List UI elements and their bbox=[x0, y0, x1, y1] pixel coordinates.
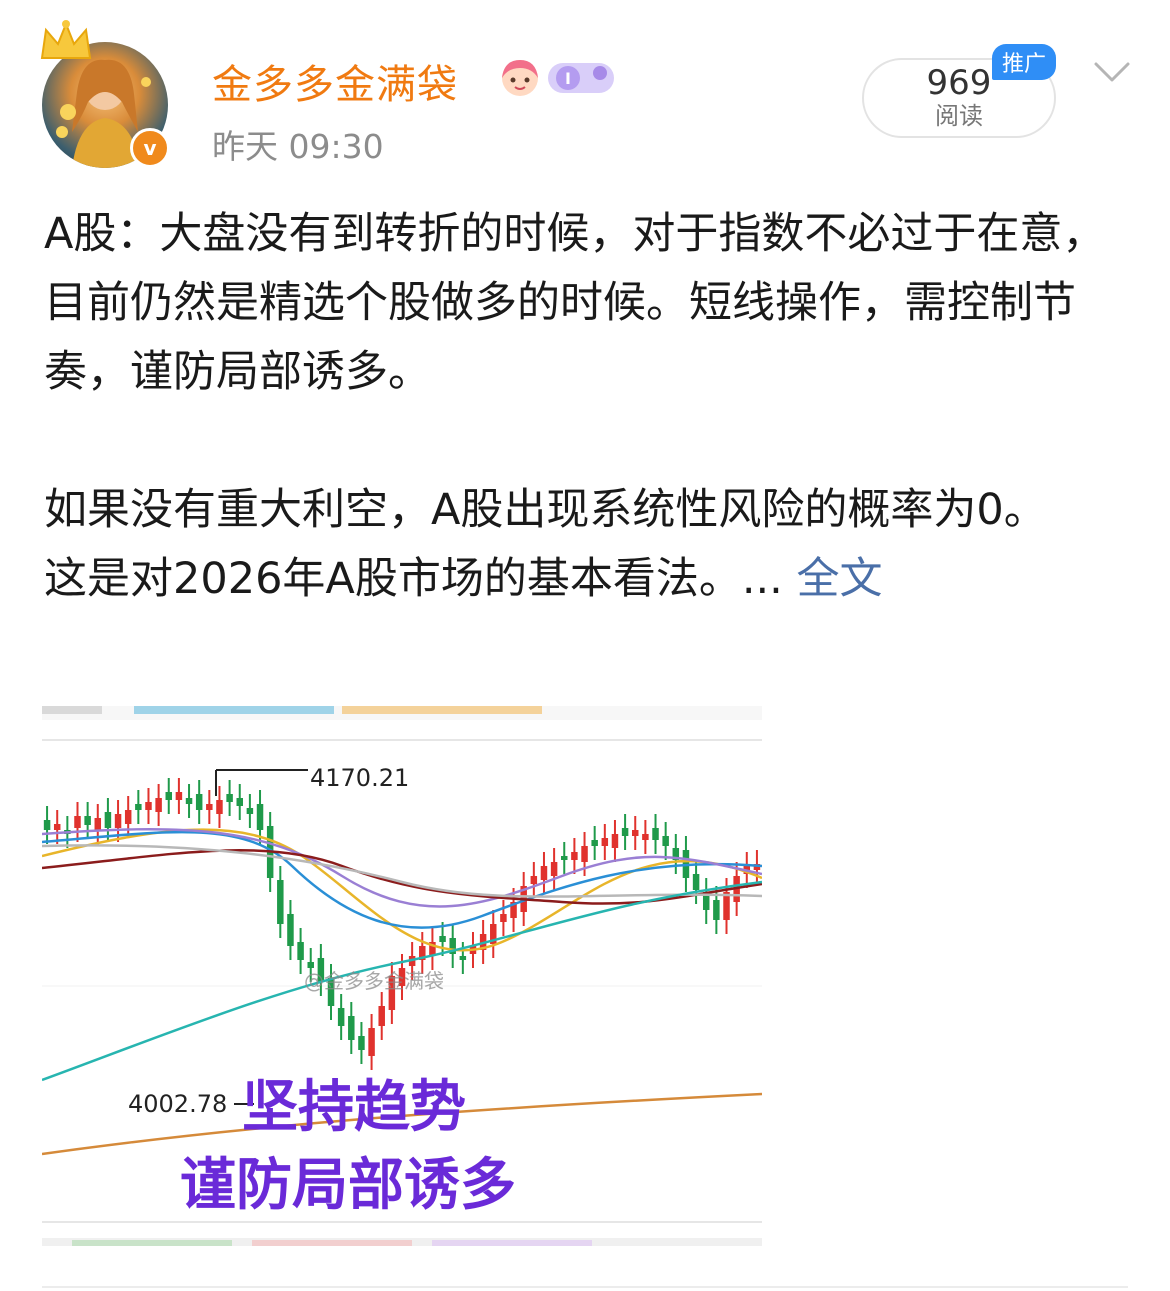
candle-body bbox=[621, 828, 629, 836]
chevron-down-icon[interactable] bbox=[1092, 58, 1132, 92]
candle-body bbox=[530, 876, 538, 884]
post-paragraph-last: 这是对2026年A股市场的基本看法。... 全文 bbox=[44, 545, 1124, 614]
candle-body bbox=[74, 816, 81, 828]
candle-body bbox=[662, 836, 669, 846]
candle-body bbox=[601, 838, 609, 846]
candle-body bbox=[53, 824, 61, 830]
candle-body bbox=[195, 794, 203, 810]
candle-body bbox=[155, 798, 162, 812]
low-price-label: 4002.78 bbox=[128, 1090, 227, 1118]
candle-body bbox=[145, 802, 152, 810]
candle-body bbox=[713, 900, 720, 920]
candle-body bbox=[439, 936, 446, 942]
candle-body bbox=[550, 862, 558, 876]
image-watermark: @金多多金满袋 bbox=[304, 969, 444, 993]
candle-body bbox=[206, 804, 213, 810]
post-text: A股：大盘没有到转折的时候，对于指数不必过于在意，目前仍然是精选个股做多的时候。… bbox=[44, 200, 1124, 614]
read-label: 阅读 bbox=[935, 102, 983, 130]
candle-body bbox=[652, 828, 659, 840]
full-text-link[interactable]: 全文 bbox=[783, 554, 883, 604]
candle-body bbox=[114, 814, 122, 828]
candle-body bbox=[256, 804, 264, 830]
candle-body bbox=[104, 812, 112, 828]
candle-body bbox=[124, 810, 132, 824]
candle-body bbox=[459, 956, 467, 960]
candle-body bbox=[368, 1028, 375, 1056]
candle-body bbox=[692, 874, 700, 890]
crown-icon bbox=[36, 18, 96, 72]
level-badge-icon[interactable]: I bbox=[546, 59, 618, 101]
post-paragraph: A股：大盘没有到转折的时候，对于指数不必过于在意，目前仍然是精选个股做多的时候。… bbox=[44, 209, 1106, 397]
ma-line bbox=[42, 828, 762, 952]
post-paragraph-text: 这是对2026年A股市场的基本看法。... bbox=[44, 554, 783, 604]
promo-tag: 推广 bbox=[992, 44, 1057, 80]
candle-body bbox=[135, 804, 142, 810]
username[interactable]: 金多多金满袋 bbox=[212, 52, 458, 110]
candle-body bbox=[94, 818, 102, 831]
avatar[interactable]: v bbox=[40, 20, 170, 170]
candle-body bbox=[165, 792, 173, 800]
candle-body bbox=[591, 840, 598, 846]
candle-body bbox=[581, 846, 588, 862]
candle-body bbox=[540, 866, 548, 880]
candle-body bbox=[226, 794, 233, 802]
ma-line bbox=[42, 844, 762, 898]
verified-badge: v bbox=[130, 128, 170, 168]
candle-body bbox=[358, 1036, 365, 1050]
high-price-label: 4170.21 bbox=[310, 764, 409, 792]
candle-body bbox=[297, 942, 304, 960]
candle-body bbox=[611, 834, 619, 848]
candle-body bbox=[43, 820, 51, 830]
image-caption-2: 谨防局部诱多 bbox=[180, 1153, 516, 1218]
image-caption-1: 坚持趋势 bbox=[242, 1075, 466, 1140]
candle-body bbox=[185, 798, 193, 804]
user-badges: I bbox=[498, 56, 618, 104]
candle-body bbox=[500, 914, 507, 922]
candle-body bbox=[631, 830, 639, 836]
svg-text:I: I bbox=[565, 69, 571, 88]
candle-body bbox=[236, 798, 243, 806]
candle-body bbox=[642, 834, 649, 840]
candle-body bbox=[216, 800, 223, 814]
post-timestamp: 昨天 09:30 bbox=[212, 127, 384, 166]
candle-body bbox=[561, 856, 568, 860]
candle-body bbox=[378, 1006, 385, 1026]
candle-body bbox=[348, 1016, 355, 1040]
post-image[interactable]: 4170.21 4002.78 @金多多金满袋 坚持趋势 谨防局部诱多 bbox=[42, 706, 762, 1246]
post-paragraph: 如果没有重大利空，A股出现系统性风险的概率为0。 bbox=[44, 485, 1047, 535]
candle-body bbox=[84, 816, 91, 825]
candle-body bbox=[307, 962, 314, 968]
candle-body bbox=[337, 1008, 345, 1026]
girl-emoji-icon bbox=[498, 56, 542, 104]
post-divider bbox=[42, 1286, 1128, 1288]
candle-body bbox=[246, 808, 254, 814]
candlesticks bbox=[43, 778, 761, 1070]
candle-body bbox=[287, 914, 294, 946]
candle-body bbox=[175, 792, 183, 800]
candle-body bbox=[571, 852, 578, 860]
candle-body bbox=[277, 880, 284, 924]
